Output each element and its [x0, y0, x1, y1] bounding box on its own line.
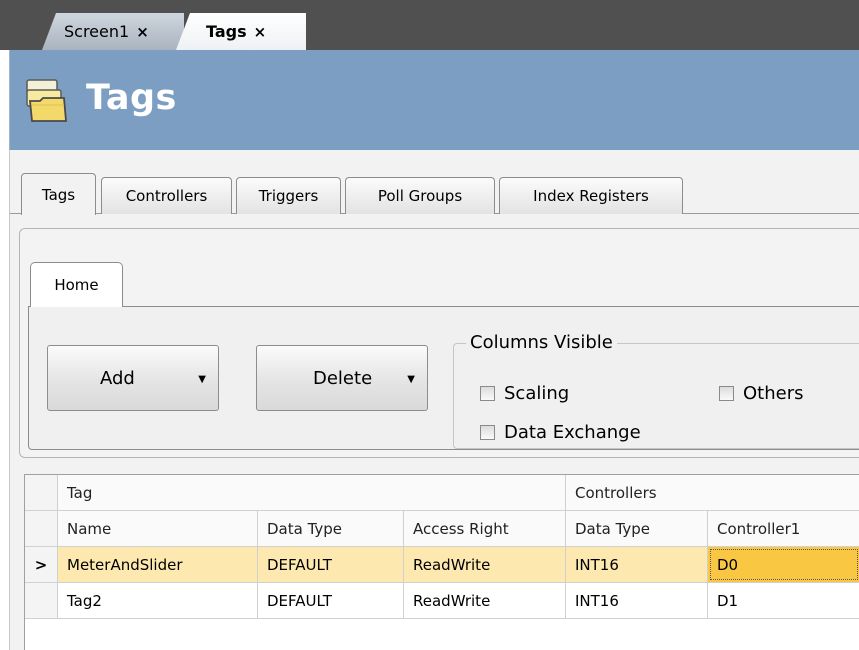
cell-controller1[interactable]: D0	[708, 547, 859, 582]
tab-controllers[interactable]: Controllers	[101, 177, 232, 214]
cell-data-type[interactable]: DEFAULT	[258, 547, 404, 582]
row-header[interactable]	[25, 583, 58, 618]
doc-tab-tags[interactable]: Tags ×	[176, 13, 306, 50]
page-header: Tags	[9, 50, 859, 150]
tags-folder-icon	[26, 79, 67, 122]
group-header-controllers: Controllers	[566, 475, 859, 510]
column-header-controller1[interactable]: Controller1	[708, 511, 859, 546]
cell-access-right[interactable]: ReadWrite	[404, 583, 566, 618]
column-header-data-type[interactable]: Data Type	[258, 511, 404, 546]
data-exchange-label: Data Exchange	[504, 422, 641, 443]
row-header-corner	[25, 511, 58, 546]
dropdown-arrow-icon[interactable]: ▼	[198, 374, 206, 385]
others-checkbox[interactable]: Others	[719, 383, 804, 404]
doc-tab-screen1[interactable]: Screen1 ×	[42, 13, 184, 50]
view-tab-strip: Tags Controllers Triggers Poll Groups In…	[10, 150, 859, 215]
tags-grid: Tag Controllers Name Data Type Access Ri…	[24, 474, 859, 650]
doc-tab-label: Screen1	[64, 22, 130, 41]
cell-controller-data-type[interactable]: INT16	[566, 583, 708, 618]
scaling-label: Scaling	[504, 383, 570, 404]
cell-name[interactable]: Tag2	[58, 583, 258, 618]
column-header-row: Name Data Type Access Right Data Type Co…	[25, 511, 859, 547]
ribbon-body: Add ▼ Delete ▼ Columns Visible Scaling O…	[28, 306, 859, 450]
cell-data-type[interactable]: DEFAULT	[258, 583, 404, 618]
table-row[interactable]: Tag2 DEFAULT ReadWrite INT16 D1	[25, 583, 859, 619]
table-row[interactable]: > MeterAndSlider DEFAULT ReadWrite INT16…	[25, 547, 859, 583]
column-header-controller-data-type[interactable]: Data Type	[566, 511, 708, 546]
cell-controller1[interactable]: D1	[708, 583, 859, 618]
current-row-indicator-icon[interactable]: >	[25, 547, 58, 582]
delete-button-label: Delete	[313, 367, 373, 389]
checkbox-box[interactable]	[480, 425, 495, 440]
document-tab-strip: Screen1 × Tags ×	[0, 0, 859, 50]
others-label: Others	[743, 383, 804, 404]
column-header-name[interactable]: Name	[58, 511, 258, 546]
data-exchange-checkbox[interactable]: Data Exchange	[480, 422, 641, 443]
columns-visible-legend: Columns Visible	[466, 332, 617, 353]
group-header-tag: Tag	[58, 475, 566, 510]
cell-controller-data-type[interactable]: INT16	[566, 547, 708, 582]
group-header-row: Tag Controllers	[25, 475, 859, 511]
checkbox-box[interactable]	[480, 386, 495, 401]
checkbox-box[interactable]	[719, 386, 734, 401]
column-header-access-right[interactable]: Access Right	[404, 511, 566, 546]
tab-poll-groups[interactable]: Poll Groups	[345, 177, 495, 214]
tab-triggers[interactable]: Triggers	[236, 177, 341, 214]
tab-tags[interactable]: Tags	[21, 173, 96, 215]
page-title: Tags	[86, 78, 177, 118]
close-icon[interactable]: ×	[136, 23, 149, 41]
tab-index-registers[interactable]: Index Registers	[499, 177, 683, 214]
doc-tab-label: Tags	[206, 22, 247, 41]
scaling-checkbox[interactable]: Scaling	[480, 383, 569, 404]
close-icon[interactable]: ×	[254, 23, 267, 41]
columns-visible-group: Columns Visible Scaling Others Data Exch…	[453, 332, 859, 449]
ribbon-tab-home[interactable]: Home	[30, 262, 123, 307]
delete-button[interactable]: Delete ▼	[256, 345, 428, 411]
cell-access-right[interactable]: ReadWrite	[404, 547, 566, 582]
ribbon: Home Add ▼ Delete ▼ Columns Visible Scal…	[19, 228, 859, 458]
row-header-corner	[25, 475, 58, 510]
add-button[interactable]: Add ▼	[47, 345, 219, 411]
cell-name[interactable]: MeterAndSlider	[58, 547, 258, 582]
add-button-label: Add	[100, 367, 135, 389]
dropdown-arrow-icon[interactable]: ▼	[407, 374, 415, 385]
